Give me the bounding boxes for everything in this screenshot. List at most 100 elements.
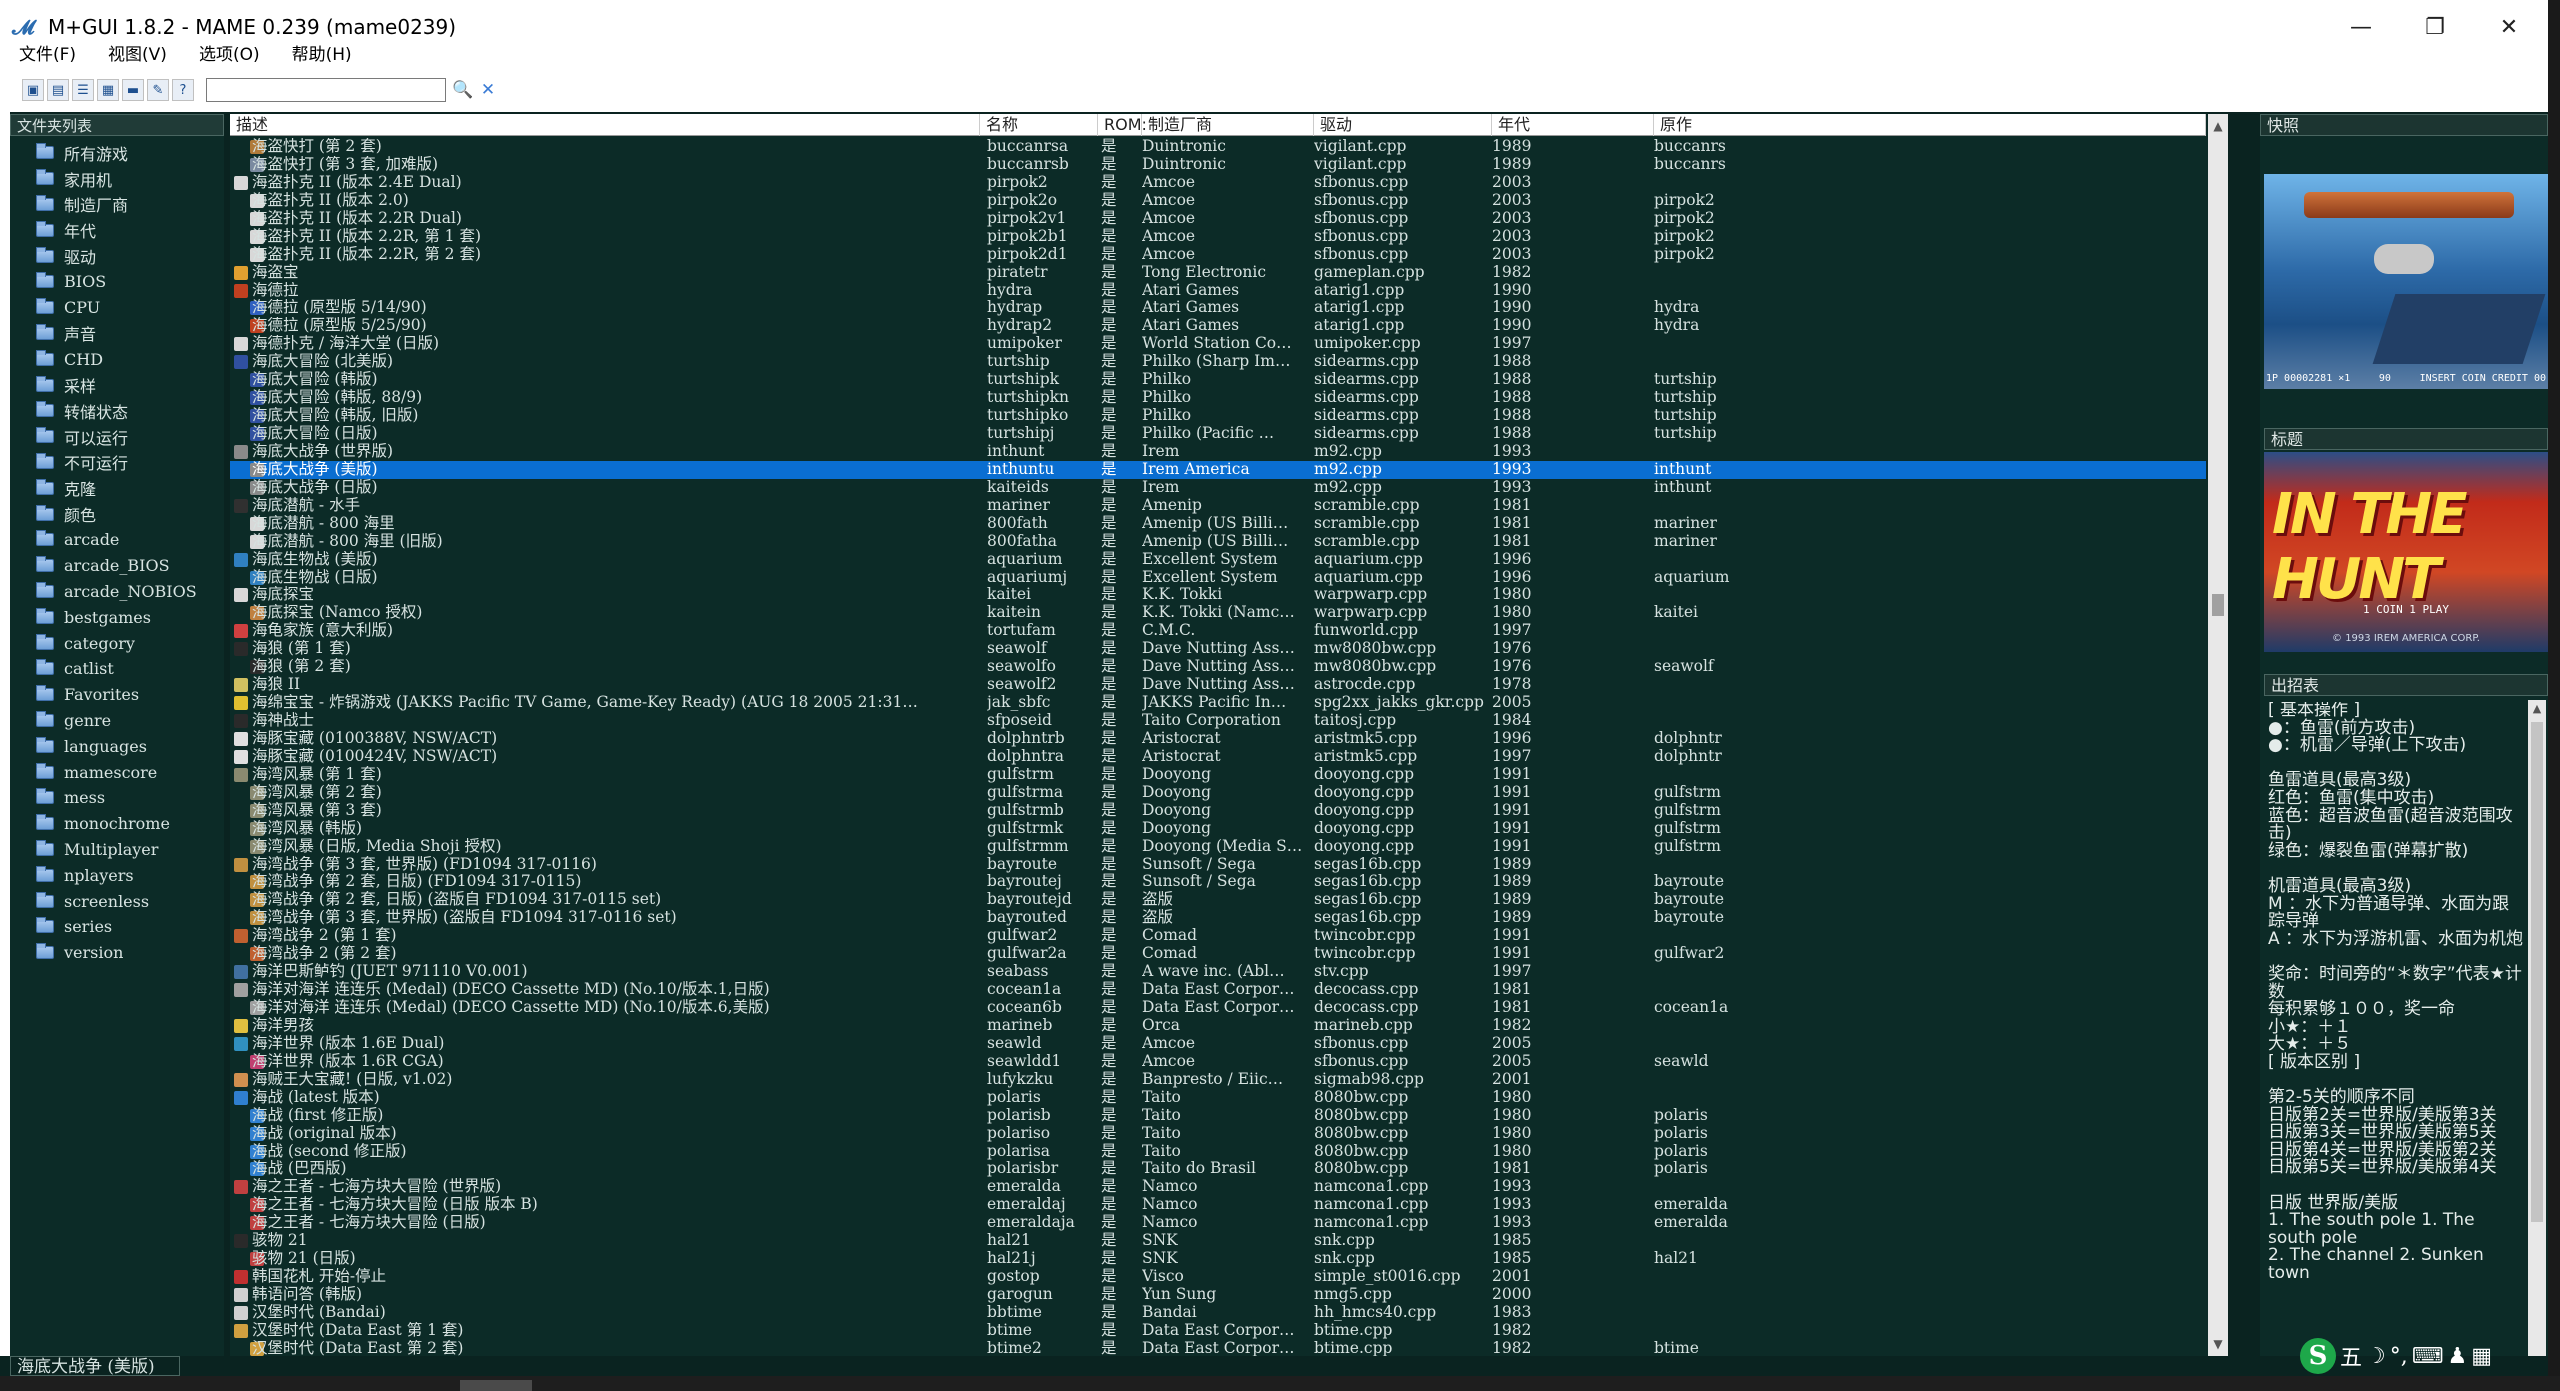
folder-item[interactable]: arcade_NOBIOS (10, 579, 224, 605)
table-row[interactable]: 海豚宝藏 (0100424V, NSW/ACT) dolphntra 是 Aristo… (230, 748, 2206, 766)
folder-item[interactable]: category (10, 630, 224, 656)
menu-view[interactable]: 视图(V) (89, 42, 180, 68)
snapshot-header[interactable]: 快照 (2260, 114, 2548, 136)
ime-logo-icon[interactable]: S (2300, 1338, 2336, 1374)
ime-moon-icon[interactable]: ☽ (2366, 1344, 2386, 1369)
table-row[interactable]: 海湾风暴 (第 2 套) gulfstrma 是 Dooyong dooyong.cpp… (230, 784, 2206, 802)
table-row[interactable]: 海战 (original 版本) polariso 是 Taito 8080bw.cpp… (230, 1125, 2206, 1143)
folder-item[interactable]: arcade (10, 527, 224, 553)
view-list-icon[interactable]: ☰ (72, 79, 94, 101)
table-row[interactable]: 海洋世界 (版本 1.6R CGA) seawldd1 是 Amcoe sfbonus.… (230, 1053, 2206, 1071)
folder-item[interactable]: monochrome (10, 811, 224, 837)
table-row[interactable]: 海盗扑克 II (版本 2.2R, 第 1 套) pirpok2b1 是 Amcoe s… (230, 228, 2206, 246)
menu-file[interactable]: 文件(F) (0, 42, 89, 68)
table-row[interactable]: 海德拉 hydra 是 Atari Games atarig1.cpp 1990 (230, 282, 2206, 300)
table-row[interactable]: 海湾风暴 (韩版) gulfstrmk 是 Dooyong dooyong.cpp 199… (230, 820, 2206, 838)
table-row[interactable]: 海之王者 - 七海方块大冒险 (世界版) emeralda 是 Namco namcon… (230, 1178, 2206, 1196)
table-row[interactable]: 海底大战争 (世界版) inthunt 是 Irem m92.cpp 1993 (230, 443, 2206, 461)
moves-scroll-up-icon[interactable]: ▲ (2528, 700, 2546, 718)
list-scrollbar[interactable]: ▲ ▼ (2208, 114, 2228, 1356)
folder-item[interactable]: 克隆 (10, 475, 224, 501)
folder-item[interactable]: 转储状态 (10, 398, 224, 424)
table-row[interactable]: 海湾风暴 (第 3 套) gulfstrmb 是 Dooyong dooyong.cpp… (230, 802, 2206, 820)
table-row[interactable]: 海湾战争 (第 2 套, 日版) (盗版自 FD1094 317-0115 se… (230, 891, 2206, 909)
ime-wubi-icon[interactable]: 五 (2340, 1340, 2362, 1372)
menu-options[interactable]: 选项(O) (180, 42, 273, 68)
table-row[interactable]: 韩国花札 开始-停止 gostop 是 Visco simple_st0016.cpp 2… (230, 1268, 2206, 1286)
table-row[interactable]: 海底潜航 - 水手 mariner 是 Amenip scramble.cpp 1981 (230, 497, 2206, 515)
table-row[interactable]: 海盗宝 piratetr 是 Tong Electronic gameplan.cpp 1… (230, 264, 2206, 282)
folder-item[interactable]: series (10, 914, 224, 940)
table-row[interactable]: 海神战士 sfposeid 是 Taito Corporation taitosj.cp… (230, 712, 2206, 730)
table-row[interactable]: 海贼王大宝藏! (日版, v1.02) lufykzku 是 Banpresto / … (230, 1071, 2206, 1089)
table-row[interactable]: 海湾战争 (第 3 套, 世界版) (盗版自 FD1094 317-0116 s… (230, 909, 2206, 927)
folder-icon[interactable]: ▬ (122, 79, 144, 101)
table-row[interactable]: 骇物 21 (日版) hal21j 是 SNK snk.cpp 1985 hal21 (230, 1250, 2206, 1268)
table-row[interactable]: 海盗扑克 II (版本 2.2R, 第 2 套) pirpok2d1 是 Amcoe s… (230, 246, 2206, 264)
folder-item[interactable]: 采样 (10, 372, 224, 398)
table-row[interactable]: 海底探宝 (Namco 授权) kaitein 是 K.K. Tokki (Namc…… (230, 604, 2206, 622)
ime-keyboard-icon[interactable]: ⌨ (2412, 1344, 2444, 1369)
search-icon[interactable]: 🔍 (452, 78, 473, 102)
folder-item[interactable]: 不可运行 (10, 450, 224, 476)
table-row[interactable]: 海德扑克 / 海洋大堂 (日版) umipoker 是 World Station C… (230, 335, 2206, 353)
title-header[interactable]: 标题 (2264, 428, 2548, 450)
folder-item[interactable]: CPU (10, 295, 224, 321)
ime-grid-icon[interactable]: ▦ (2471, 1344, 2492, 1369)
folder-item[interactable]: 颜色 (10, 501, 224, 527)
folder-item[interactable]: BIOS (10, 269, 224, 295)
table-row[interactable]: 海底大战争 (日版) kaiteids 是 Irem m92.cpp 1993 inthun… (230, 479, 2206, 497)
table-row[interactable]: 海盗快打 (第 3 套, 加难版) buccanrsb 是 Duintronic vig… (230, 156, 2206, 174)
moves-scrollbar-thumb[interactable] (2531, 722, 2543, 1222)
table-row[interactable]: 汉堡时代 (Data East 第 1 套) btime 是 Data East Co… (230, 1322, 2206, 1340)
table-row[interactable]: 海之王者 - 七海方块大冒险 (日版 版本 B) emeraldaj 是 Namco n… (230, 1196, 2206, 1214)
table-row[interactable]: 海底大战争 (美版) inthuntu 是 Irem America m92.cpp 19… (230, 460, 2206, 479)
table-row[interactable]: 海湾战争 2 (第 1 套) gulfwar2 是 Comad twincobr.cpp… (230, 927, 2206, 945)
table-row[interactable]: 海洋男孩 marineb 是 Orca marineb.cpp 1982 (230, 1017, 2206, 1035)
folder-item[interactable]: version (10, 940, 224, 966)
table-row[interactable]: 海德拉 (原型版 5/25/90) hydrap2 是 Atari Games atar… (230, 317, 2206, 335)
column-header-rom[interactable]: ROM: (1098, 114, 1147, 136)
table-row[interactable]: 海战 (latest 版本) polaris 是 Taito 8080bw.cpp 198… (230, 1089, 2206, 1107)
column-header-name[interactable]: 名称 (980, 114, 1098, 136)
table-row[interactable]: 海狼 II seawolf2 是 Dave Nutting Ass… astrocde.… (230, 676, 2206, 694)
view-large-icons-icon[interactable]: ▣ (22, 79, 44, 101)
column-header-description[interactable]: 描述 (230, 114, 980, 136)
table-row[interactable]: 海底生物战 (美版) aquarium 是 Excellent System aquar… (230, 551, 2206, 569)
table-row[interactable]: 海底大冒险 (韩版, 旧版) turtshipko 是 Philko sidearms.… (230, 407, 2206, 425)
tools-icon[interactable]: ✎ (147, 79, 169, 101)
folder-item[interactable]: 制造厂商 (10, 192, 224, 218)
view-small-icons-icon[interactable]: ▤ (47, 79, 69, 101)
folder-item[interactable]: 可以运行 (10, 424, 224, 450)
table-row[interactable]: 海底生物战 (日版) aquariumj 是 Excellent System aqua… (230, 569, 2206, 587)
view-details-icon[interactable]: ▦ (97, 79, 119, 101)
folder-item[interactable]: languages (10, 733, 224, 759)
scrollbar-thumb[interactable] (2212, 594, 2224, 616)
table-row[interactable]: 海湾战争 2 (第 2 套) gulfwar2a 是 Comad twincobr.cp… (230, 945, 2206, 963)
table-row[interactable]: 汉堡时代 (Data East 第 2 套) btime2 是 Data East C… (230, 1340, 2206, 1356)
folder-item[interactable]: CHD (10, 346, 224, 372)
folder-item[interactable]: nplayers (10, 862, 224, 888)
folder-item[interactable]: 家用机 (10, 166, 224, 192)
table-row[interactable]: 海底探宝 kaitei 是 K.K. Tokki warpwarp.cpp 1980 (230, 586, 2206, 604)
ime-punct-icon[interactable]: °, (2390, 1344, 2408, 1369)
ime-toolbar[interactable]: S 五 ☽ °, ⌨ ♟ ▦ (2300, 1336, 2546, 1376)
table-row[interactable]: 海盗扑克 II (版本 2.4E Dual) pirpok2 是 Amcoe sfbon… (230, 174, 2206, 192)
moves-header[interactable]: 出招表 (2264, 674, 2548, 696)
table-row[interactable]: 骇物 21 hal21 是 SNK snk.cpp 1985 (230, 1232, 2206, 1250)
table-row[interactable]: 海洋对海洋 连连乐 (Medal) (DECO Cassette MD) (No… (230, 981, 2206, 999)
table-row[interactable]: 海战 (巴西版) polarisbr 是 Taito do Brasil 8080bw.… (230, 1160, 2206, 1178)
bottom-scroll-thumb[interactable] (460, 1380, 532, 1391)
clear-search-icon[interactable]: ✕ (478, 78, 498, 102)
table-row[interactable]: 海湾战争 (第 2 套, 日版) (FD1094 317-0115) bayrou… (230, 873, 2206, 891)
table-row[interactable]: 海德拉 (原型版 5/14/90) hydrap 是 Atari Games atari… (230, 299, 2206, 317)
table-row[interactable]: 海狼 (第 1 套) seawolf 是 Dave Nutting Ass… mw808… (230, 640, 2206, 658)
table-row[interactable]: 海盗快打 (第 2 套) buccanrsa 是 Duintronic vigilant… (230, 138, 2206, 156)
folder-item[interactable]: 所有游戏 (10, 140, 224, 166)
column-header-parent[interactable]: 原作 (1654, 114, 2206, 136)
folder-item[interactable]: 声音 (10, 321, 224, 347)
column-header-driver[interactable]: 驱动 (1314, 114, 1492, 136)
table-row[interactable]: 海底大冒险 (韩版) turtshipk 是 Philko sidearms.cpp 19… (230, 371, 2206, 389)
table-row[interactable]: 海底大冒险 (韩版, 88/9) turtshipkn 是 Philko sidearm… (230, 389, 2206, 407)
folder-item[interactable]: screenless (10, 888, 224, 914)
